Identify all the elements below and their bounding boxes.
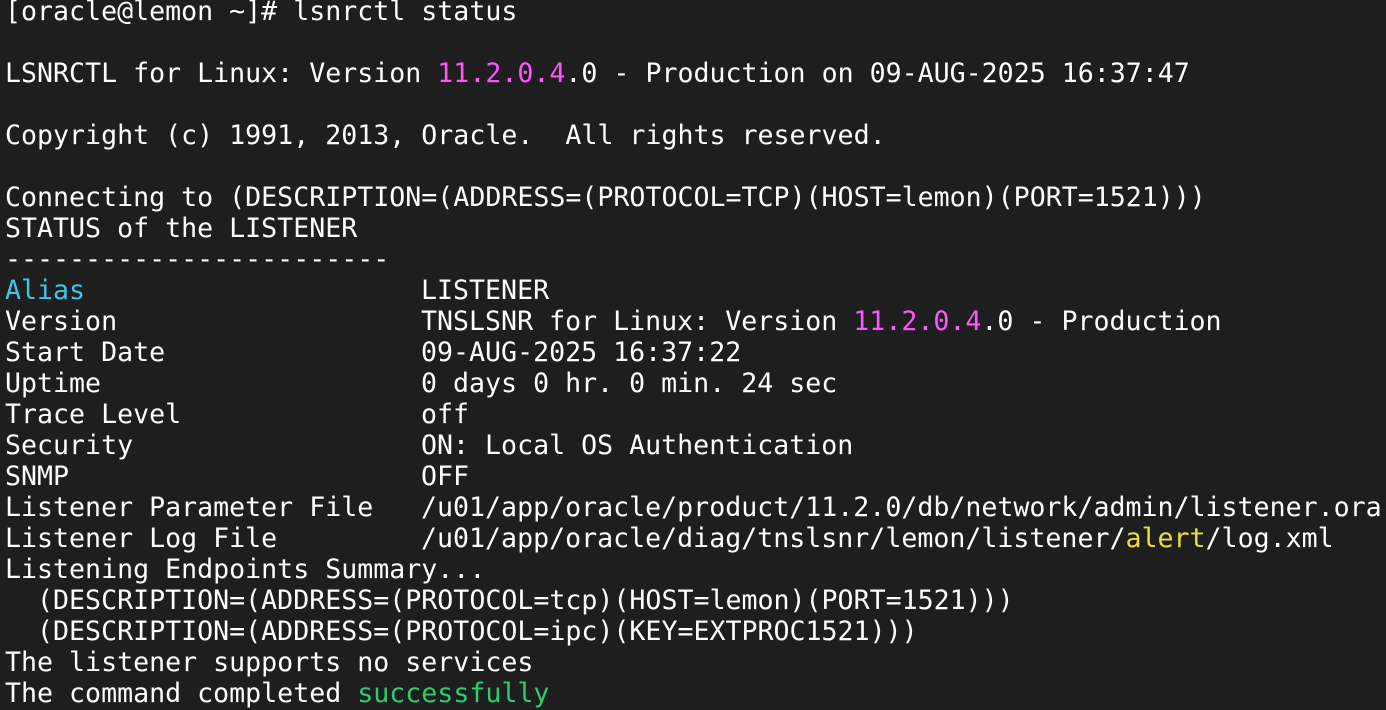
field-value-log-file-alert-highlight: alert — [1125, 523, 1206, 554]
field-value-uptime: 0 days 0 hr. 0 min. 24 sec — [421, 368, 838, 399]
completed-line: The command completed successfully — [5, 678, 1386, 709]
field-row-log-file: Listener Log File/u01/app/oracle/diag/tn… — [5, 523, 1386, 554]
separator-line: ------------------------ — [5, 244, 390, 275]
field-value-log-file-prefix: /u01/app/oracle/diag/tnslsnr/lemon/liste… — [421, 523, 1126, 554]
field-value-alias: LISTENER — [421, 275, 550, 306]
field-label-start-date: Start Date — [5, 337, 166, 368]
field-value-param-file: /u01/app/oracle/product/11.2.0/db/networ… — [421, 492, 1382, 523]
field-value-version-suffix: .0 - Production — [981, 306, 1222, 337]
field-label-trace-level: Trace Level — [5, 399, 182, 430]
field-value-start-date: 09-AUG-2025 16:37:22 — [421, 337, 742, 368]
connecting-line: Connecting to (DESCRIPTION=(ADDRESS=(PRO… — [5, 182, 1206, 213]
field-row-alias: Alias LISTENER — [5, 275, 1386, 306]
endpoints-header: Listening Endpoints Summary... — [5, 554, 486, 585]
field-row-security: Security ON: Local OS Authentication — [5, 430, 1386, 461]
banner-version-highlight: 11.2.0.4 — [437, 58, 566, 89]
copyright-line: Copyright (c) 1991, 2013, Oracle. All ri… — [5, 120, 886, 151]
field-value-security: ON: Local OS Authentication — [421, 430, 854, 461]
field-label-security: Security — [5, 430, 134, 461]
field-row-version: Version TNSLSNR for Linux: Version 11.2.0… — [5, 306, 1386, 337]
field-value-snmp: OFF — [421, 461, 470, 492]
field-row-uptime: Uptime 0 days 0 hr. 0 min. 24 sec — [5, 368, 1386, 399]
field-value-log-file-suffix: /log.xml — [1205, 523, 1334, 554]
prompt-line: [oracle@lemon ~]# lsnrctl status — [5, 0, 1386, 27]
shell-prompt: [oracle@lemon ~]# — [5, 0, 294, 27]
completed-prefix: The command completed — [5, 678, 358, 709]
endpoint-line: (DESCRIPTION=(ADDRESS=(PROTOCOL=ipc)(KEY… — [5, 616, 918, 647]
field-label-param-file: Listener Parameter File — [5, 492, 374, 523]
banner-prefix: LSNRCTL for Linux: Version — [5, 58, 438, 89]
banner-line: LSNRCTL for Linux: Version 11.2.0.4.0 - … — [5, 58, 1386, 89]
status-header: STATUS of the LISTENER — [5, 213, 358, 244]
no-services-line: The listener supports no services — [5, 647, 534, 678]
field-label-alias: Alias — [5, 275, 86, 306]
field-label-version: Version — [5, 306, 118, 337]
endpoint-line: (DESCRIPTION=(ADDRESS=(PROTOCOL=tcp)(HOS… — [5, 585, 1014, 616]
field-row-trace-level: Trace Level off — [5, 399, 1386, 430]
field-value-version-prefix: TNSLSNR for Linux: Version — [421, 306, 854, 337]
field-row-param-file: Listener Parameter File/u01/app/oracle/p… — [5, 492, 1386, 523]
field-label-uptime: Uptime — [5, 368, 102, 399]
banner-suffix: .0 - Production on 09-AUG-2025 16:37:47 — [565, 58, 1190, 89]
field-label-snmp: SNMP — [5, 461, 70, 492]
field-label-log-file: Listener Log File — [5, 523, 278, 554]
field-row-snmp: SNMP OFF — [5, 461, 1386, 492]
typed-command: lsnrctl status — [293, 0, 518, 27]
field-row-start-date: Start Date 09-AUG-2025 16:37:22 — [5, 337, 1386, 368]
field-value-trace-level: off — [421, 399, 470, 430]
field-value-version-highlight: 11.2.0.4 — [853, 306, 982, 337]
terminal-window[interactable]: [oracle@lemon ~]# lsnrctl status LSNRCTL… — [0, 0, 1386, 709]
completed-success-highlight: successfully — [357, 678, 550, 709]
